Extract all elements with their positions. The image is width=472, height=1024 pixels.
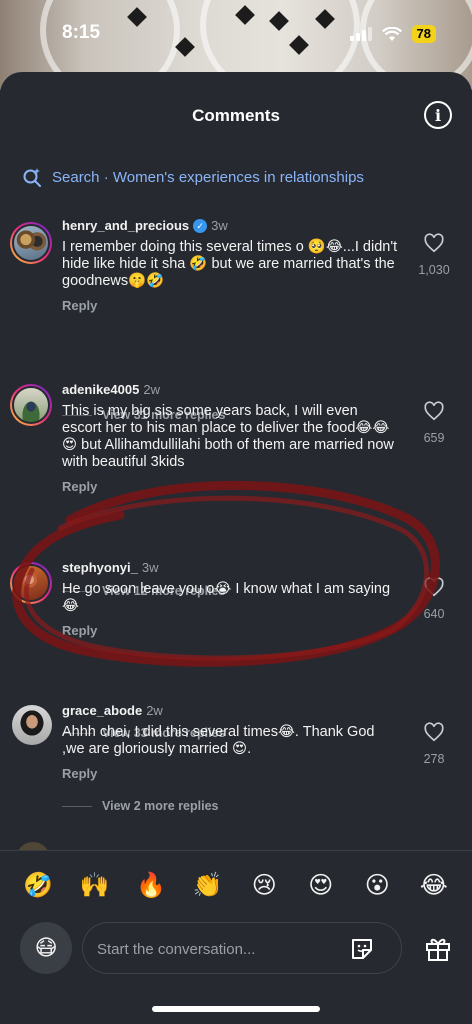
- heart-icon: [424, 577, 444, 597]
- comment-time: 3w: [141, 560, 159, 575]
- sheet-header: Comments i: [0, 72, 472, 158]
- emoji-button[interactable]: 😍: [303, 871, 339, 900]
- avatar[interactable]: [10, 384, 52, 426]
- comment-username[interactable]: henry_and_precious: [62, 218, 189, 233]
- avatar[interactable]: [10, 222, 52, 264]
- search-prefix: Search: [52, 168, 100, 186]
- search-sparkle-icon: [23, 168, 41, 187]
- emoji-button[interactable]: 😢: [246, 871, 282, 900]
- comment-text: Ahhh chei, I did this several times😂. Th…: [62, 724, 375, 757]
- status-icons: 78: [349, 25, 436, 43]
- comment-time: 2w: [143, 382, 160, 397]
- reply-button[interactable]: Reply: [62, 298, 398, 313]
- my-avatar[interactable]: 😷: [20, 922, 72, 974]
- comment-username[interactable]: stephyonyi_: [62, 560, 138, 575]
- reply-button[interactable]: Reply: [62, 479, 398, 494]
- status-time: 8:15: [62, 22, 101, 43]
- search-query: Women's experiences in relationships: [112, 168, 364, 186]
- comment-text: He go soon leave you o😭 I know what I am…: [62, 581, 391, 614]
- reply-button[interactable]: Reply: [62, 766, 398, 781]
- emoji-button[interactable]: 🤣: [20, 871, 56, 900]
- avatar[interactable]: [10, 562, 52, 604]
- emoji-button[interactable]: 😮: [359, 871, 395, 900]
- emoji-button[interactable]: 🔥: [133, 871, 169, 900]
- comment-username[interactable]: adenike4005: [62, 382, 139, 397]
- comment-time: 2w: [146, 703, 163, 718]
- emoji-reaction-bar: 🤣 🙌 🔥 👏 😢 😍 😮 😂: [0, 850, 472, 920]
- comment-username[interactable]: grace_abode: [62, 703, 142, 718]
- comment-text: This is my big sis some years back, I wi…: [62, 403, 394, 470]
- avatar[interactable]: [12, 705, 52, 745]
- heart-icon: [424, 722, 444, 742]
- wifi-icon: [381, 26, 402, 41]
- like-count: 659: [423, 431, 445, 445]
- comment-input[interactable]: [97, 937, 327, 961]
- verified-badge-icon: ✓: [193, 218, 208, 233]
- home-indicator[interactable]: [152, 1006, 320, 1012]
- battery-indicator: 78: [411, 25, 436, 43]
- search-link[interactable]: Search · Women's experiences in relation…: [22, 167, 364, 187]
- gift-icon[interactable]: [424, 934, 452, 962]
- heart-icon: [424, 401, 444, 421]
- like-count: 1,030: [418, 263, 450, 277]
- view-replies-label: View 2 more replies: [102, 799, 219, 813]
- info-icon[interactable]: i: [424, 101, 452, 129]
- like-button[interactable]: 659: [414, 400, 454, 445]
- signal-icon: [349, 27, 372, 41]
- like-button[interactable]: 640: [414, 576, 454, 621]
- sheet-title: Comments: [192, 106, 280, 125]
- emoji-button[interactable]: 🙌: [77, 871, 113, 900]
- reply-button[interactable]: Reply: [62, 623, 398, 638]
- sticker-icon[interactable]: [349, 936, 375, 962]
- comment-time: 3w: [211, 218, 228, 233]
- view-replies-button[interactable]: View 2 more replies: [62, 799, 219, 813]
- emoji-button[interactable]: 👏: [190, 871, 226, 900]
- search-separator: ·: [99, 168, 113, 186]
- emoji-button[interactable]: 😂: [416, 871, 452, 900]
- comment-text: I remember doing this several times o 🥺😂…: [62, 239, 398, 289]
- comment-input-container: [82, 922, 402, 974]
- heart-icon: [424, 233, 444, 253]
- like-button[interactable]: 278: [414, 721, 454, 766]
- like-button[interactable]: 1,030: [414, 232, 454, 277]
- like-count: 640: [423, 607, 445, 621]
- like-count: 278: [423, 752, 445, 766]
